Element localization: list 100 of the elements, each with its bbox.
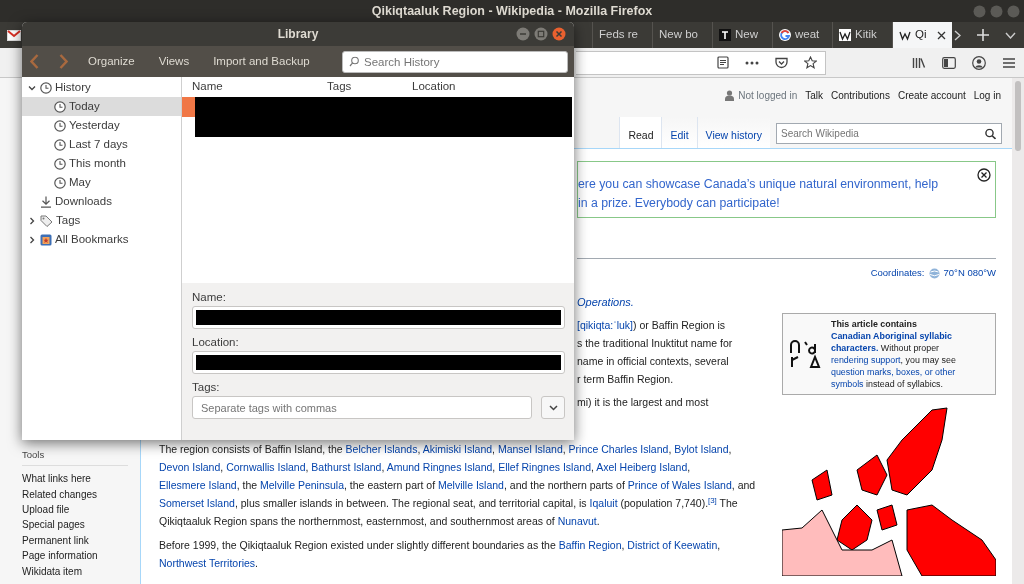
article-link[interactable]: question marks, boxes, or other — [831, 367, 956, 378]
hatnote-link[interactable]: Operations. — [577, 296, 634, 309]
sidebar-link[interactable]: Wikidata item — [22, 563, 140, 580]
banner-text: in a prize. Everybody can participate! — [578, 195, 781, 212]
download-icon — [40, 195, 52, 208]
page-tab[interactable]: Read — [619, 117, 662, 148]
chevron-left-icon — [30, 54, 39, 69]
notice-text: This article contains Canadian Aboriginal syllabic characters. Without proper rendering support, you may see question marks, boxes, or other symbols instead of syllabics. — [831, 318, 956, 391]
favicon-icon — [779, 29, 791, 41]
article-text: name in official contexts, several — [577, 353, 730, 369]
tree-item[interactable]: Downloads — [22, 192, 181, 211]
search-field[interactable]: Search Wikipedia — [776, 123, 1002, 144]
favicon-icon — [719, 29, 731, 41]
column-header[interactable]: Name — [182, 78, 327, 96]
sidebar-link[interactable]: Upload file — [22, 502, 140, 518]
sidebar-link[interactable]: What links here — [22, 471, 140, 487]
article-paragraph: Before 1999, the Qikiqtaaluk Region existed under slightly different boundaries as the Baffin Region, District of Keewatin, Northwest Territories. — [159, 537, 722, 571]
tree-item[interactable]: Tags — [22, 211, 181, 230]
field-label: Tags: — [192, 380, 221, 395]
article-link[interactable]: Prince of Wales Island — [627, 478, 732, 491]
coordinates-link[interactable]: 70°N 080°W — [943, 266, 996, 281]
more-icon[interactable] — [745, 60, 759, 65]
tree-item[interactable]: All Bookmarks — [22, 230, 181, 249]
tree-item[interactable]: Yesterday — [22, 116, 181, 135]
sidebar-link[interactable]: Related changes — [22, 486, 140, 503]
close-icon[interactable] — [977, 168, 991, 182]
mail-icon — [7, 29, 21, 41]
pocket-icon[interactable] — [775, 56, 788, 69]
reader-view-icon[interactable] — [717, 56, 729, 69]
clock-icon — [40, 81, 52, 94]
article-paragraph: The region consists of Baffin Island, the Belcher Islands, Akimiski Island, Mansel Island, Prince Charles Island, Bylot Island, Devon Island, Cornwallis Island, Bathurst Island, Amund Ringnes Island, Ellef Ringnes Island, Axel Heiberg Island, Ellesmere Island, the Melville Peninsula, the eastern part of Melville Island, and the northern parts of Prince of Wales Island, and Somerset Island, plus smaller islands in between. The regional seat, and territorial capital, is Iqaluit (population 7,740).$^{[3]}$ The Qikiqtaaluk Region spans the northernmost, easternmost, and southernmost areas of Nunavut. — [159, 441, 757, 529]
article-link[interactable]: Bylot Island — [674, 442, 729, 455]
chevron-down-icon[interactable] — [27, 83, 36, 92]
favicon-icon — [899, 29, 911, 41]
tree-item[interactable]: Today — [22, 97, 181, 116]
account-icon[interactable] — [972, 55, 986, 70]
close-icon[interactable] — [937, 30, 946, 40]
article-text: r term Baffin Region. — [577, 371, 675, 387]
tags-field[interactable]: Separate tags with commas — [192, 396, 532, 419]
article-link[interactable]: Canadian Aboriginal syllabic — [831, 331, 952, 342]
user-link[interactable]: Talk — [805, 88, 823, 103]
sidebar-link[interactable]: Permanent link — [22, 532, 140, 549]
sidebar-link[interactable]: Page information — [22, 548, 140, 564]
globe-icon — [928, 267, 940, 279]
page-tab[interactable]: Edit — [661, 117, 697, 148]
search-icon[interactable] — [985, 128, 996, 139]
article-link[interactable]: Somerset Island — [159, 496, 235, 509]
article-link[interactable]: Iqaluit — [589, 496, 618, 509]
clock-icon — [54, 100, 66, 113]
user-link[interactable]: Log in — [973, 88, 1001, 103]
article-link[interactable]: Melville Island — [438, 478, 504, 491]
article-link[interactable]: symbols — [831, 379, 864, 390]
tree-item[interactable]: May — [22, 173, 181, 192]
bookmarks-icon — [40, 233, 52, 246]
article-link[interactable]: characters. — [831, 343, 879, 354]
plus-icon[interactable] — [977, 29, 989, 41]
article-link[interactable]: Ellef Ringnes Island — [498, 460, 591, 473]
article-text: [qikiqta:ˈluk]) or Baffin Region is — [577, 317, 727, 333]
menu-item[interactable]: Views — [158, 52, 190, 71]
library-icon[interactable] — [912, 56, 926, 69]
article-text: s the traditional Inuktitut name for — [577, 335, 734, 351]
favicon-icon — [839, 29, 851, 41]
column-header[interactable]: Location — [412, 78, 562, 96]
user-icon — [725, 90, 735, 101]
browser-tab[interactable]: Qi — [892, 22, 952, 48]
menu-icon[interactable] — [1002, 56, 1016, 69]
article-link[interactable]: Ellesmere Island — [159, 478, 237, 491]
search-field[interactable]: Search History — [342, 50, 568, 73]
chevron-down-icon[interactable] — [1005, 31, 1016, 39]
user-link[interactable]: Contributions — [831, 88, 890, 103]
login-status: Not logged in — [738, 89, 798, 103]
column-header[interactable]: Tags — [327, 78, 412, 96]
tree-item[interactable]: This month — [22, 154, 181, 173]
article-link[interactable]: Baffin Region — [558, 538, 622, 551]
sidebar-link[interactable]: Special pages — [22, 517, 140, 533]
chevron-right-icon — [59, 54, 68, 69]
chevron-right-icon[interactable] — [27, 216, 36, 225]
tree-item[interactable]: Last 7 days — [22, 135, 181, 154]
star-icon[interactable] — [804, 56, 817, 69]
article-link[interactable]: rendering support — [831, 355, 901, 366]
user-link[interactable]: Create account — [897, 88, 966, 103]
menu-item[interactable]: Organize — [88, 52, 135, 71]
menu-item[interactable]: Import and Backup — [213, 52, 310, 71]
clock-icon — [54, 157, 66, 170]
article-link[interactable]: Nunavut — [557, 514, 597, 527]
tree-item[interactable]: History — [22, 78, 181, 97]
chevron-right-icon[interactable] — [27, 235, 36, 244]
article-link[interactable]: Mansel Island — [497, 442, 563, 455]
clock-icon — [54, 119, 66, 132]
chevron-right-icon[interactable] — [954, 29, 961, 41]
clock-icon — [54, 138, 66, 151]
coordinates-label: Coordinates: — [870, 266, 925, 280]
article-link[interactable]: Cornwallis Island — [226, 460, 306, 473]
sidebar-icon[interactable] — [942, 56, 956, 69]
dropdown-button[interactable] — [541, 396, 565, 419]
search-icon — [349, 56, 359, 67]
window-title: Library — [276, 26, 320, 43]
page-tab[interactable]: View history — [696, 117, 770, 148]
sidebar-heading: Tools — [22, 448, 128, 467]
window-title: Qikiqtaaluk Region - Wikipedia - Mozilla Firefox — [370, 2, 654, 20]
